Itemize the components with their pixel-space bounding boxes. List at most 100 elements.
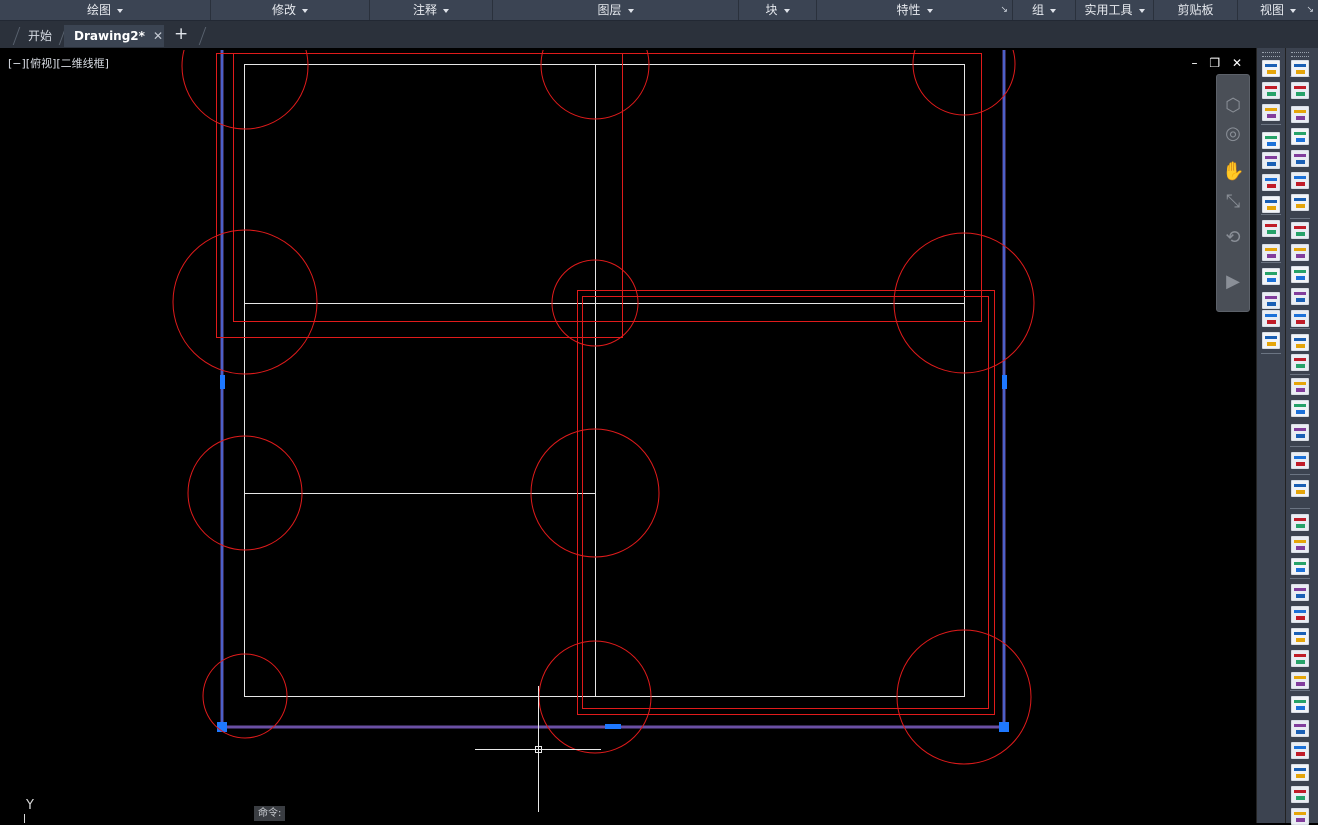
toolbar-tool-icon[interactable]	[1291, 128, 1309, 145]
toolbar-tool-icon[interactable]	[1291, 628, 1309, 645]
toolbar-tool-icon[interactable]	[1291, 696, 1309, 713]
drawing-viewport[interactable]: [−][俯视][二维线框] – ❐ ✕	[4, 50, 1254, 823]
toolbar-tool-icon[interactable]	[1262, 220, 1280, 237]
panel-clipboard[interactable]: 剪贴板	[1154, 0, 1238, 20]
toolbar-tool-icon[interactable]	[1262, 104, 1280, 121]
toolbar-tool-icon[interactable]	[1262, 244, 1280, 261]
toolbar-grip[interactable]	[1262, 52, 1280, 57]
close-icon[interactable]: ✕	[153, 29, 163, 43]
panel-groups[interactable]: 组	[1013, 0, 1076, 20]
panel-properties[interactable]: 特性 ↘	[817, 0, 1013, 20]
toolbar-tool-icon[interactable]	[1291, 378, 1309, 395]
panel-draw[interactable]: 绘图	[0, 0, 211, 20]
toolbar-tool-icon[interactable]	[1262, 196, 1280, 213]
tab-drawing2[interactable]: Drawing2* ✕	[64, 25, 164, 47]
toolbar-tool-icon[interactable]	[1291, 606, 1309, 623]
toolbar-tool-icon[interactable]	[1291, 720, 1309, 737]
toolbar-tool-icon[interactable]	[1291, 266, 1309, 283]
orbit-icon[interactable]: ⟲	[1222, 227, 1244, 249]
toolbar-separator	[1290, 374, 1310, 375]
panel-block[interactable]: 块	[739, 0, 817, 20]
toolbar-tool-icon[interactable]	[1262, 332, 1280, 349]
toolbar-tool-icon[interactable]	[1262, 152, 1280, 169]
toolbar-tool-icon[interactable]	[1291, 310, 1309, 327]
toolbar-separator	[1290, 218, 1310, 219]
file-tab-bar: 开始 Drawing2* ✕	[0, 21, 1318, 48]
view-cube-icon[interactable]: ⬡	[1222, 95, 1244, 117]
toolbar-tool-icon[interactable]	[1291, 514, 1309, 531]
toolbar-separator	[1290, 508, 1310, 509]
grip-points[interactable]	[217, 375, 1009, 732]
navigation-bar: ⬡ ◎ ✋ ⤡ ⟲ ▶	[1216, 74, 1250, 312]
toolbar-tool-icon[interactable]	[1291, 452, 1309, 469]
restore-icon[interactable]: ❐	[1209, 56, 1220, 70]
toolbar-tool-icon[interactable]	[1262, 174, 1280, 191]
ucs-icon	[24, 814, 25, 823]
dialog-launcher-icon[interactable]: ↘	[1306, 0, 1314, 20]
chevron-down-icon	[1138, 8, 1145, 13]
toolbar-tool-icon[interactable]	[1291, 400, 1309, 417]
chevron-down-icon	[926, 8, 933, 13]
toolbar-tool-icon[interactable]	[1291, 742, 1309, 759]
toolbar-separator	[1261, 353, 1281, 354]
toolbar-tool-icon[interactable]	[1291, 650, 1309, 667]
steering-wheel-icon[interactable]: ◎	[1222, 123, 1244, 145]
tab-separator	[198, 27, 207, 45]
toolbar-tool-icon[interactable]	[1291, 106, 1309, 123]
dialog-launcher-icon[interactable]: ↘	[1000, 0, 1008, 20]
wall-lines[interactable]	[244, 64, 965, 697]
toolbar-tool-icon[interactable]	[1291, 354, 1309, 371]
tab-start[interactable]: 开始	[18, 25, 62, 47]
toolbar-tool-icon[interactable]	[1291, 288, 1309, 305]
toolbar-tool-icon[interactable]	[1291, 786, 1309, 803]
toolbar-tool-icon[interactable]	[1291, 244, 1309, 261]
viewport-controls-label[interactable]: [−][俯视][二维线框]	[8, 55, 109, 71]
toolbar-separator	[1261, 214, 1281, 215]
minimize-icon[interactable]: –	[1192, 56, 1198, 70]
red-rectangles[interactable]	[216, 53, 995, 715]
toolbar-tool-icon[interactable]	[1291, 222, 1309, 239]
toolbar-separator	[1261, 124, 1281, 125]
toolbar-tool-icon[interactable]	[1262, 268, 1280, 285]
toolbar-left-strip	[1256, 48, 1285, 823]
toolbar-grip[interactable]	[1291, 52, 1309, 57]
panel-view[interactable]: 视图 ↘	[1238, 0, 1318, 20]
drawing-canvas[interactable]	[4, 50, 1254, 823]
selected-polyline[interactable]	[220, 50, 1006, 729]
pan-hand-icon[interactable]: ✋	[1222, 161, 1244, 183]
toolbar-tool-icon[interactable]	[1291, 558, 1309, 575]
toolbar-tool-icon[interactable]	[1291, 172, 1309, 189]
toolbar-tool-icon[interactable]	[1291, 60, 1309, 77]
toolbar-tool-icon[interactable]	[1262, 292, 1280, 309]
close-icon[interactable]: ✕	[1232, 56, 1242, 70]
toolbar-tool-icon[interactable]	[1291, 480, 1309, 497]
toolbar-tool-icon[interactable]	[1262, 60, 1280, 77]
toolbar-tool-icon[interactable]	[1291, 672, 1309, 689]
toolbar-tool-icon[interactable]	[1291, 808, 1309, 825]
toolbar-tool-icon[interactable]	[1291, 584, 1309, 601]
toolbar-tool-icon[interactable]	[1262, 82, 1280, 99]
toolbar-tool-icon[interactable]	[1291, 334, 1309, 351]
command-line[interactable]: 命令:	[254, 806, 286, 821]
toolbar-tool-icon[interactable]	[1291, 764, 1309, 781]
new-tab-button[interactable]: +	[174, 24, 188, 44]
toolbar-tool-icon[interactable]	[1291, 424, 1309, 441]
toolbar-separator	[1290, 474, 1310, 475]
toolbar-tool-icon[interactable]	[1291, 82, 1309, 99]
toolbar-tool-icon[interactable]	[1291, 536, 1309, 553]
toolbar-separator	[1261, 262, 1281, 263]
toolbar-tool-icon[interactable]	[1262, 310, 1280, 327]
column-circles[interactable]	[172, 50, 1035, 765]
panel-layers[interactable]: 图层	[493, 0, 739, 20]
panel-annotation[interactable]: 注释	[370, 0, 493, 20]
toolbar-tool-icon[interactable]	[1291, 150, 1309, 167]
showmotion-icon[interactable]: ▶	[1222, 271, 1244, 293]
toolbar-tool-icon[interactable]	[1262, 132, 1280, 149]
chevron-down-icon	[443, 8, 449, 13]
panel-modify[interactable]: 修改	[211, 0, 370, 20]
panel-utilities[interactable]: 实用工具	[1076, 0, 1154, 20]
toolbar-separator	[1290, 328, 1310, 329]
zoom-extents-icon[interactable]: ⤡	[1222, 191, 1244, 213]
toolbar-tool-icon[interactable]	[1291, 194, 1309, 211]
toolbar-separator	[1290, 446, 1310, 447]
